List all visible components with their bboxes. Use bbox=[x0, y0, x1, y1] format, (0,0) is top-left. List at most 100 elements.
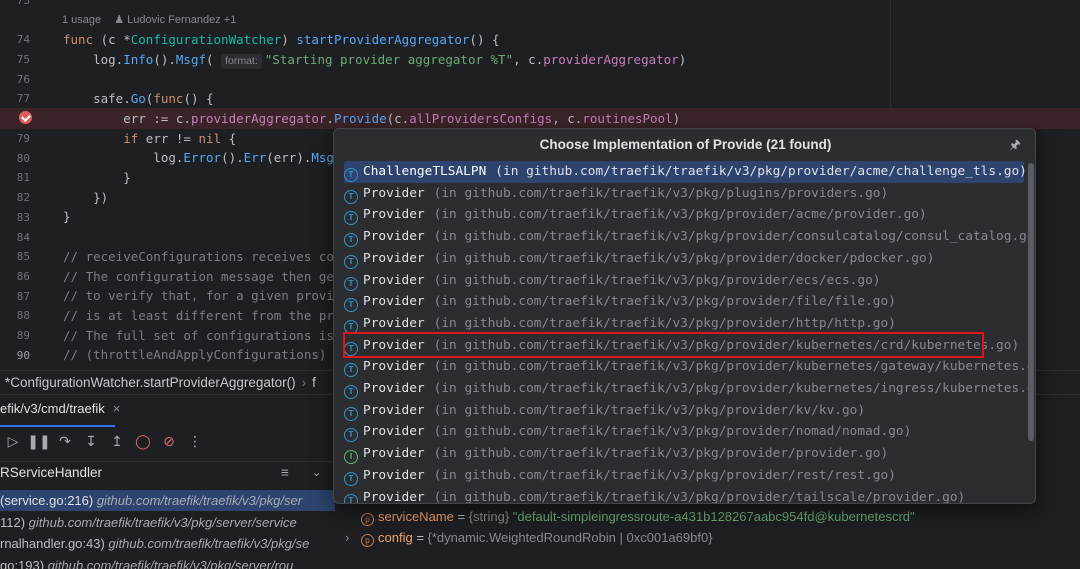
code-line[interactable]: func (c *ConfigurationWatcher) startProv… bbox=[63, 30, 500, 50]
code-line[interactable]: } bbox=[63, 207, 71, 227]
implementation-item[interactable]: T Provider (in github.com/traefik/traefik/… bbox=[344, 487, 1024, 504]
stack-frame[interactable]: go:193) github.com/traefik/traefik/v3/pk… bbox=[0, 555, 335, 569]
code-comment-line[interactable]: // The configuration message then gets p bbox=[63, 267, 364, 287]
code-text: log. bbox=[63, 52, 124, 67]
variable-type: {*dynamic.WeightedRoundRobin | 0xc001a69… bbox=[427, 530, 713, 545]
implementation-item[interactable]: T Provider (in github.com/traefik/traefik/… bbox=[344, 226, 1035, 248]
code-line[interactable]: } bbox=[63, 168, 131, 188]
choose-implementation-popup[interactable]: Choose Implementation of Provide (21 fou… bbox=[333, 128, 1036, 504]
code-line[interactable]: }) bbox=[63, 188, 108, 208]
breadcrumb-item[interactable]: *ConfigurationWatcher.startProviderAggre… bbox=[5, 375, 296, 390]
implementation-name: Provider bbox=[363, 489, 425, 504]
implementation-item[interactable]: T Provider (in github.com/traefik/traefik/… bbox=[344, 465, 1024, 487]
line-number: 77 bbox=[16, 92, 30, 105]
mute-breakpoints-icon[interactable]: ⊘ bbox=[156, 434, 182, 450]
type-icon: T bbox=[344, 298, 358, 313]
code-text: , c. bbox=[513, 52, 544, 67]
interface-icon: I bbox=[344, 450, 358, 465]
code-comment-line[interactable]: // (throttleAndApplyConfigurations) via bbox=[63, 345, 364, 365]
resume-icon[interactable]: ▷ bbox=[0, 434, 26, 450]
equals-sign: = bbox=[453, 509, 469, 524]
type-icon: T bbox=[344, 493, 358, 503]
code-comment-line[interactable]: // receiveConfigurations receives config… bbox=[63, 247, 372, 267]
variable-value: "default-simpleingressroute-a431b128267a… bbox=[512, 509, 915, 524]
type-icon: T bbox=[344, 428, 358, 443]
implementation-location: (in github.com/traefik/traefik/v3/pkg/pr… bbox=[433, 467, 896, 483]
function-name: Info bbox=[123, 52, 154, 67]
line-number: 90 bbox=[16, 349, 30, 362]
frame-package: github.com/traefik/traefik/v3/pkg/ser bbox=[96, 493, 303, 508]
implementation-item[interactable]: T Provider (in github.com/traefik/traefik/… bbox=[344, 400, 1024, 422]
code-line[interactable]: log.Info().Msgf( format: "Starting provid… bbox=[63, 50, 686, 70]
code-text: . bbox=[326, 111, 334, 126]
scrollbar[interactable] bbox=[1028, 163, 1034, 441]
step-over-icon[interactable]: ↷ bbox=[52, 434, 78, 450]
parameter-icon: p bbox=[361, 513, 374, 526]
step-into-icon[interactable]: ↧ bbox=[78, 434, 104, 450]
keyword: nil bbox=[198, 131, 222, 146]
thread-selector[interactable]: RServiceHandler bbox=[0, 462, 102, 484]
implementation-item[interactable]: I Provider (in github.com/traefik/traefik/… bbox=[344, 443, 1024, 465]
author-hint[interactable]: Ludovic Fernandez +1 bbox=[127, 14, 236, 26]
line-number: 79 bbox=[16, 132, 30, 145]
implementation-name: Provider bbox=[363, 424, 425, 440]
code-vision-hint[interactable]: 1 usage ♟ Ludovic Fernandez +1 bbox=[62, 13, 236, 26]
code-comment-line[interactable]: // to verify that, for a given provider bbox=[63, 286, 357, 306]
code-line[interactable]: log.Error().Err(err).Msgf( bbox=[63, 148, 349, 168]
implementation-item[interactable]: T Provider (in github.com/traefik/traefik/… bbox=[344, 421, 1024, 443]
popup-title: Choose Implementation of Provide (21 fou… bbox=[539, 137, 832, 152]
implementation-item[interactable]: T ChallengeTLSALPN (in github.com/traefik/… bbox=[344, 161, 1027, 183]
step-out-icon[interactable]: ↥ bbox=[104, 434, 130, 450]
code-text: ( bbox=[206, 52, 222, 67]
stack-frame[interactable]: (service.go:216) github.com/traefik/trae… bbox=[0, 490, 335, 511]
variable-row[interactable]: p serviceName = {string} "default-simplei… bbox=[345, 506, 915, 527]
implementation-item[interactable]: T Provider (in github.com/traefik/traefik/… bbox=[344, 183, 1024, 205]
implementation-location: (in github.com/traefik/traefik/v3/pkg/pr… bbox=[495, 164, 1027, 179]
stack-frame[interactable]: rnalhandler.go:43) github.com/traefik/tr… bbox=[0, 533, 335, 554]
function-name: Go bbox=[130, 91, 146, 106]
breadcrumb-item[interactable]: f bbox=[312, 375, 316, 390]
frame-location: (service.go:216) bbox=[0, 493, 97, 508]
breakpoint-check-icon[interactable] bbox=[19, 111, 32, 124]
code-line[interactable]: if err != nil { bbox=[63, 129, 236, 149]
member-name: providerAggregator bbox=[543, 52, 679, 67]
implementation-item[interactable]: T Provider (in github.com/traefik/traefik/… bbox=[344, 204, 1024, 226]
implementation-location: (in github.com/traefik/traefik/v3/pkg/pr… bbox=[433, 424, 912, 440]
implementation-location: (in github.com/traefik/traefik/v3/pkg/pl… bbox=[433, 185, 889, 201]
variable-row[interactable]: › p config = {*dynamic.WeightedRoundRobin … bbox=[345, 527, 713, 548]
code-text: , c. bbox=[552, 111, 583, 126]
implementation-location: (in github.com/traefik/traefik/v3/pkg/pr… bbox=[433, 402, 866, 418]
code-comment-line[interactable]: // The full set of configurations is the bbox=[63, 326, 364, 346]
more-options-icon[interactable]: ⋮ bbox=[182, 434, 208, 450]
implementation-name: ChallengeTLSALPN bbox=[363, 164, 487, 179]
stack-frame[interactable]: 112) github.com/traefik/traefik/v3/pkg/s… bbox=[0, 512, 335, 533]
pin-icon[interactable]: 🖈 bbox=[1009, 136, 1021, 158]
usage-count[interactable]: 1 usage bbox=[62, 14, 101, 26]
string-literal: "Starting provider aggregator %T" bbox=[264, 52, 514, 67]
implementation-item[interactable]: T Provider (in github.com/traefik/traefik/… bbox=[344, 270, 1024, 292]
view-breakpoints-icon[interactable]: ◯ bbox=[130, 434, 156, 450]
debug-session-tab[interactable]: efik/v3/cmd/traefik × bbox=[0, 401, 120, 423]
keyword: func bbox=[63, 32, 94, 47]
type-icon: T bbox=[344, 471, 358, 486]
pause-icon[interactable]: ❚❚ bbox=[26, 434, 52, 450]
member-name: providerAggregator bbox=[190, 111, 327, 126]
code-text: (c. bbox=[386, 111, 410, 126]
code-comment-line[interactable]: // is at least different from the previ bbox=[63, 306, 357, 326]
chevron-down-icon[interactable]: ⌄ bbox=[312, 462, 321, 484]
filter-icon[interactable]: ≡ bbox=[281, 462, 289, 484]
line-number: 86 bbox=[16, 270, 30, 283]
implementation-item[interactable]: T Provider (in github.com/traefik/traefik/… bbox=[344, 378, 1035, 400]
code-line[interactable]: safe.Go(func() { bbox=[63, 89, 213, 109]
member-name: routinesPool bbox=[582, 111, 673, 126]
code-text: ) bbox=[678, 52, 687, 67]
implementation-item[interactable]: T Provider (in github.com/traefik/traefik/… bbox=[344, 356, 1035, 378]
chevron-right-icon[interactable]: › bbox=[345, 527, 361, 548]
implementation-item[interactable]: T Provider (in github.com/traefik/traefik/… bbox=[344, 291, 1024, 313]
close-icon[interactable]: × bbox=[113, 401, 121, 416]
implementation-item[interactable]: T Provider (in github.com/traefik/traefik/… bbox=[344, 248, 1024, 270]
code-line[interactable]: err := c.providerAggregator.Provide(c.al… bbox=[63, 109, 680, 129]
line-number-gutter[interactable]: 73 74 75 76 77 79 80 81 82 83 84 85 86 8… bbox=[0, 0, 46, 370]
line-number: 81 bbox=[16, 171, 30, 184]
frames-header: RServiceHandler ≡ ⌄ bbox=[0, 461, 335, 483]
